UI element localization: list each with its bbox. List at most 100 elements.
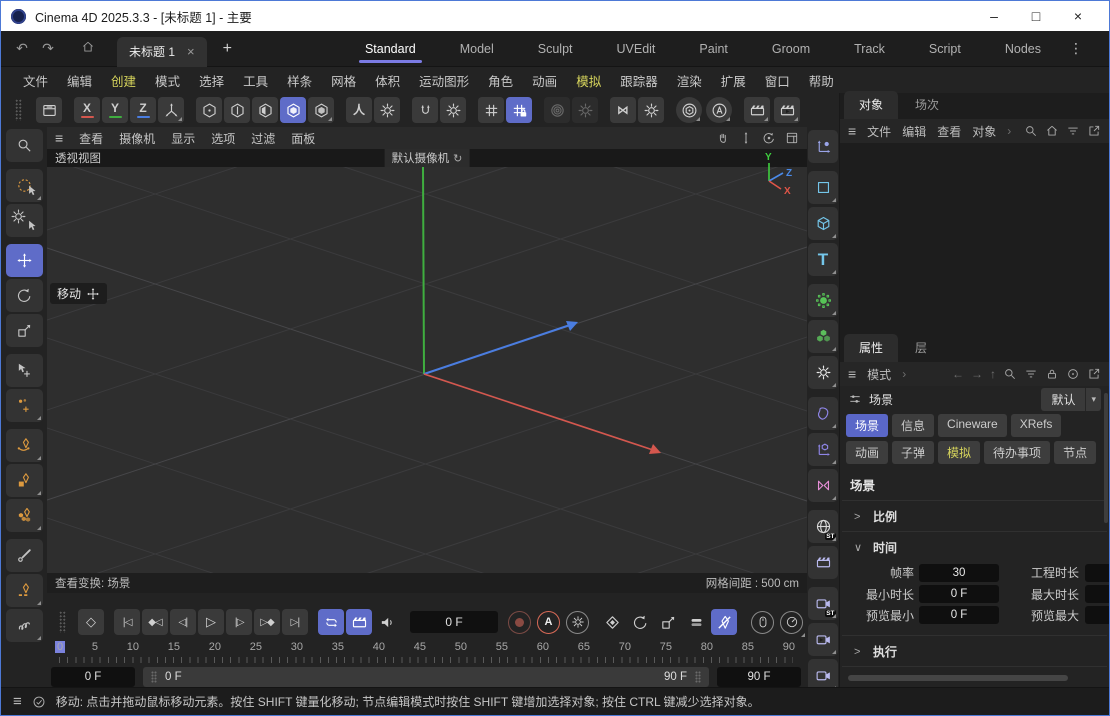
menu-render[interactable]: 渲染 — [677, 71, 702, 90]
edges-mode-button[interactable] — [224, 97, 250, 123]
xpresso-button[interactable] — [808, 469, 838, 502]
range-end-field[interactable]: 90 F — [717, 667, 801, 687]
interactive-render-button[interactable] — [706, 97, 732, 123]
maximize-button[interactable]: □ — [1015, 8, 1057, 24]
next-key-button[interactable]: ▷◆ — [254, 609, 280, 635]
preview-max-field[interactable] — [1085, 606, 1109, 624]
coordinate-system-button[interactable] — [158, 97, 184, 123]
toggle-views-icon[interactable] — [785, 131, 799, 145]
render-to-picture-viewer-button[interactable] — [774, 97, 800, 123]
layout-tab-uvedit[interactable]: UVEdit — [595, 31, 678, 67]
om-menu-file[interactable]: 文件 — [867, 123, 891, 140]
document-tab[interactable]: 未标题 1 × — [117, 37, 207, 67]
stage-button[interactable] — [808, 546, 838, 579]
layout-tab-standard[interactable]: Standard — [343, 31, 438, 67]
primitive-cube-button[interactable] — [808, 207, 838, 240]
goto-start-button[interactable]: |◁ — [114, 609, 140, 635]
workplane-button[interactable] — [478, 97, 504, 123]
more-layouts-button[interactable]: ⋮ — [1063, 40, 1089, 57]
move-tool-button[interactable] — [6, 244, 43, 277]
menu-volume[interactable]: 体积 — [375, 71, 400, 90]
filter-icon[interactable] — [1024, 367, 1038, 381]
menu-help[interactable]: 帮助 — [809, 71, 834, 90]
texture-mode-button[interactable] — [308, 97, 334, 123]
object-list[interactable] — [840, 143, 1109, 336]
brush-tool-button[interactable] — [6, 539, 43, 572]
camera-st-button[interactable]: ST — [808, 587, 838, 620]
quantize-button[interactable] — [506, 97, 532, 123]
spline-pen-button[interactable] — [6, 429, 43, 462]
volume-button[interactable] — [808, 320, 838, 353]
modeling-axis-button[interactable]: 人 — [346, 97, 372, 123]
om-menu-object[interactable]: 对象 — [972, 123, 996, 140]
key-parameters-button[interactable] — [683, 609, 709, 635]
menu-extensions[interactable]: 扩展 — [721, 71, 746, 90]
menu-file[interactable]: 文件 — [23, 71, 48, 90]
om-menu-edit[interactable]: 编辑 — [902, 123, 926, 140]
camera-play-button[interactable] — [808, 623, 838, 656]
symmetry-settings-button[interactable] — [638, 97, 664, 123]
menu-mesh[interactable]: 网格 — [331, 71, 356, 90]
orientation-gizmo[interactable]: Y Z X — [743, 151, 799, 206]
viewport-menu-filter[interactable]: 过滤 — [251, 130, 275, 147]
layout-tab-groom[interactable]: Groom — [750, 31, 832, 67]
close-button[interactable]: × — [1057, 8, 1099, 24]
chip-todo[interactable]: 待办事项 — [984, 441, 1050, 464]
group-time[interactable]: ∨ 时间 — [840, 532, 1109, 562]
points-move-button[interactable] — [6, 389, 43, 422]
make-editable-button[interactable] — [36, 97, 62, 123]
scale-tool-button[interactable] — [6, 314, 43, 347]
redo-button[interactable]: ↷ — [35, 40, 61, 57]
range-slider-left-grip[interactable] — [151, 671, 157, 683]
pan-hand-icon[interactable] — [716, 131, 730, 145]
filter-icon[interactable] — [1066, 124, 1080, 138]
tab-attributes[interactable]: 属性 — [844, 334, 898, 362]
menu-edit[interactable]: 编辑 — [67, 71, 92, 90]
lock-z-axis-button[interactable]: Z — [130, 97, 156, 123]
lock-icon[interactable] — [1045, 367, 1059, 381]
home-icon[interactable] — [1045, 124, 1059, 138]
tab-layers[interactable]: 层 — [900, 334, 942, 362]
autokey-button[interactable]: A — [537, 611, 560, 634]
spline-primitive-button[interactable] — [6, 464, 43, 497]
menu-character[interactable]: 角色 — [488, 71, 513, 90]
key-position-button[interactable] — [599, 609, 625, 635]
snap-button[interactable] — [412, 97, 438, 123]
fps-field[interactable]: 30 — [919, 564, 999, 582]
menu-mograph[interactable]: 运动图形 — [419, 71, 469, 90]
project-duration-field[interactable] — [1085, 564, 1109, 582]
menu-window[interactable]: 窗口 — [765, 71, 790, 90]
menu-spline[interactable]: 样条 — [287, 71, 312, 90]
menu-create[interactable]: 创建 — [111, 71, 136, 90]
tweak-tool-button[interactable] — [6, 204, 43, 237]
group-scale[interactable]: > 比例 — [840, 501, 1109, 531]
virtual-mouse-button[interactable] — [751, 611, 774, 634]
keying-settings-button[interactable] — [566, 611, 589, 634]
search-icon[interactable] — [1003, 367, 1017, 381]
previous-key-button[interactable]: ◆◁ — [142, 609, 168, 635]
symmetry-button[interactable]: ⋈ — [610, 97, 636, 123]
om-menu-view[interactable]: 查看 — [937, 123, 961, 140]
viewport-menu-camera[interactable]: 摄像机 — [119, 130, 155, 147]
chip-nodes[interactable]: 节点 — [1054, 441, 1096, 464]
chevron-down-icon[interactable]: ∨ — [854, 541, 864, 554]
model-mode-button[interactable] — [280, 97, 306, 123]
camera-cycle-icon[interactable]: ↻ — [453, 152, 462, 165]
layout-tab-script[interactable]: Script — [907, 31, 983, 67]
panel-menu-icon[interactable]: ≡ — [848, 123, 856, 139]
history-forward-icon[interactable]: → — [971, 367, 983, 381]
chip-xrefs[interactable]: XRefs — [1011, 414, 1062, 437]
sound-toggle-button[interactable] — [374, 609, 400, 635]
viewport-menu-view[interactable]: 查看 — [79, 130, 103, 147]
chip-animation[interactable]: 动画 — [846, 441, 888, 464]
preset-dropdown[interactable]: 默认 ▾ — [1041, 388, 1101, 411]
null-axis-button[interactable] — [808, 433, 838, 466]
powerslider-dial-button[interactable] — [780, 611, 803, 634]
chip-bullet[interactable]: 子弹 — [892, 441, 934, 464]
sculpt-pen-button[interactable] — [6, 574, 43, 607]
menu-animate[interactable]: 动画 — [532, 71, 557, 90]
preset-label[interactable]: 默认 — [1041, 388, 1085, 411]
tab-takes[interactable]: 场次 — [900, 91, 954, 119]
viewport-menu-icon[interactable]: ≡ — [55, 130, 63, 146]
dolly-icon[interactable] — [739, 131, 753, 145]
